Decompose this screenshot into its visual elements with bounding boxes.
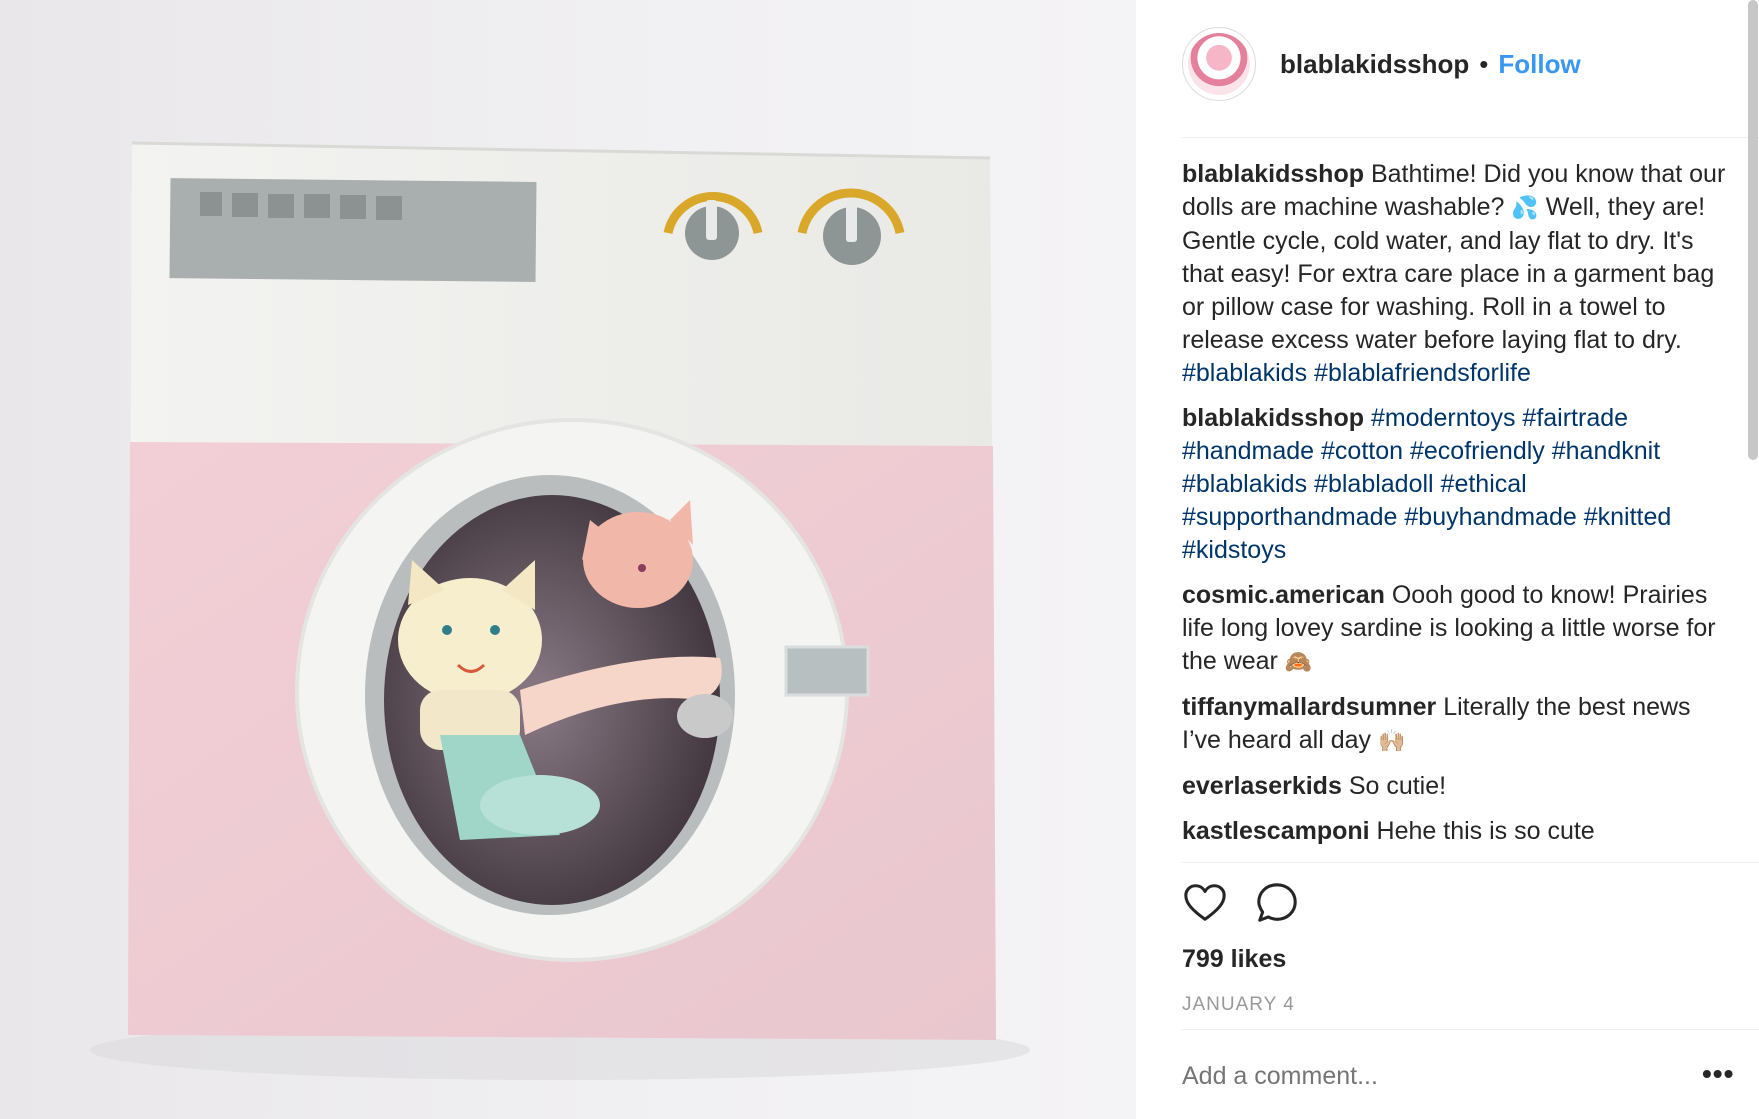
comment-text: So cutie! bbox=[1348, 772, 1447, 800]
droplets-emoji: 💦 bbox=[1511, 196, 1539, 221]
hashtag-link[interactable]: #buyhandmade bbox=[1404, 503, 1576, 531]
comments-scrollbar[interactable] bbox=[1748, 0, 1758, 460]
action-bar bbox=[1182, 880, 1300, 926]
hashtag-link[interactable]: #ecofriendly bbox=[1410, 437, 1545, 465]
add-comment-input[interactable] bbox=[1182, 1062, 1652, 1091]
hashtag-link[interactable]: #blabladoll bbox=[1314, 470, 1434, 498]
comment-username[interactable]: tiffanymallardsumner bbox=[1182, 693, 1436, 721]
comment-item: kastlescamponi Hehe this is so cute bbox=[1182, 815, 1727, 848]
header-username[interactable]: blablakidsshop bbox=[1280, 49, 1469, 80]
divider bbox=[1182, 1029, 1759, 1030]
hashtag-link[interactable]: #supporthandmade bbox=[1182, 503, 1397, 531]
hashtag-link[interactable]: #blablakids bbox=[1182, 470, 1307, 498]
profile-avatar[interactable] bbox=[1182, 27, 1256, 101]
header-separator: • bbox=[1479, 48, 1489, 79]
comment-hashtags: blablakidsshop #moderntoys #fairtrade #h… bbox=[1182, 402, 1727, 567]
monkey-emoji: 🙈 bbox=[1284, 650, 1313, 675]
hashtag-link[interactable]: #ethical bbox=[1441, 470, 1527, 498]
comment-item: everlaserkids So cutie! bbox=[1182, 770, 1727, 803]
hashtag-link[interactable]: #fairtrade bbox=[1522, 404, 1628, 432]
comment-caption: blablakidsshop Bathtime! Did you know th… bbox=[1182, 158, 1727, 390]
hashtag-link[interactable]: #blablakids bbox=[1182, 359, 1307, 387]
hashtag-link[interactable]: #moderntoys bbox=[1371, 404, 1516, 432]
comments-list[interactable]: blablakidsshop Bathtime! Did you know th… bbox=[1182, 158, 1727, 862]
likes-count[interactable]: 799 likes bbox=[1182, 945, 1286, 974]
comment-username[interactable]: everlaserkids bbox=[1182, 772, 1342, 800]
more-options-button[interactable]: ••• bbox=[1702, 1058, 1734, 1090]
comment-username[interactable]: kastlescamponi bbox=[1182, 817, 1370, 845]
follow-button[interactable]: Follow bbox=[1498, 49, 1580, 80]
comment-username[interactable]: blablakidsshop bbox=[1182, 160, 1364, 188]
comment-item: tiffanymallardsumner Literally the best … bbox=[1182, 691, 1727, 758]
post-header: blablakidsshop • Follow bbox=[1182, 27, 1702, 101]
hashtag-link[interactable]: #handmade bbox=[1182, 437, 1314, 465]
comment-bubble-icon[interactable] bbox=[1254, 880, 1300, 926]
hashtag-link[interactable]: #kidstoys bbox=[1182, 536, 1286, 564]
post-side-panel: blablakidsshop • Follow blablakidsshop B… bbox=[1136, 0, 1759, 1119]
post-date[interactable]: JANUARY 4 bbox=[1182, 994, 1295, 1016]
hashtag-link[interactable]: #cotton bbox=[1321, 437, 1403, 465]
comment-item: cosmic.american Oooh good to know! Prair… bbox=[1182, 579, 1727, 679]
comment-username[interactable]: cosmic.american bbox=[1182, 581, 1385, 609]
hashtag-link[interactable]: #blablafriendsforlife bbox=[1314, 359, 1531, 387]
raised-hands-emoji: 🙌🏼 bbox=[1377, 729, 1406, 754]
hashtag-link[interactable]: #knitted bbox=[1584, 503, 1672, 531]
hashtag-link[interactable]: #handknit bbox=[1552, 437, 1660, 465]
washing-machine-photo bbox=[90, 141, 1030, 1080]
post-image[interactable] bbox=[0, 0, 1136, 1119]
comment-text: Hehe this is so cute bbox=[1376, 817, 1595, 845]
heart-icon[interactable] bbox=[1182, 880, 1228, 926]
divider bbox=[1182, 137, 1759, 138]
comment-username[interactable]: blablakidsshop bbox=[1182, 404, 1364, 432]
divider bbox=[1182, 862, 1759, 863]
